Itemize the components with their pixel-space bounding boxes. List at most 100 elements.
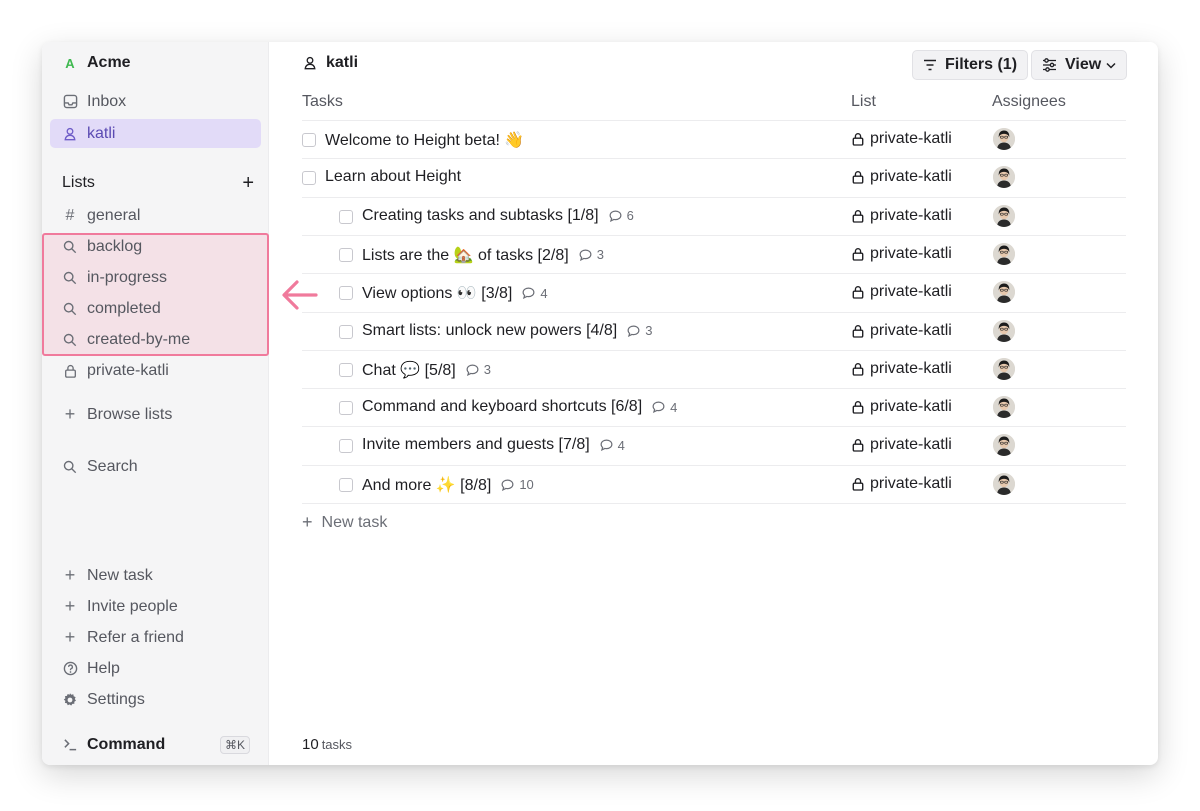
table-row[interactable]: Creating tasks and subtasks [1/8] 6 privat… (302, 196, 1126, 235)
avatar[interactable] (993, 357, 1015, 380)
task-checkbox[interactable] (339, 209, 353, 224)
task-list-cell[interactable]: private-katli (852, 283, 952, 301)
avatar[interactable] (993, 319, 1015, 342)
task-checkbox[interactable] (339, 247, 353, 262)
avatar[interactable] (993, 204, 1015, 227)
sidebar-item-completed[interactable]: completed (50, 294, 261, 323)
task-list-cell[interactable]: private-katli (852, 207, 952, 225)
task-title[interactable]: Lists are the 🏡 of tasks [2/8] 3 (362, 245, 604, 265)
task-checkbox[interactable] (339, 477, 353, 492)
task-list-cell[interactable]: private-katli (852, 130, 952, 148)
avatar[interactable] (993, 128, 1015, 150)
sidebar-item-in-progress[interactable]: in-progress (50, 263, 261, 292)
task-checkbox[interactable] (339, 439, 353, 454)
sidebar-item-label: general (87, 206, 141, 224)
user-icon (302, 55, 318, 71)
sidebar-item-label: Invite people (87, 597, 178, 615)
sidebar-item-created-by-me[interactable]: created-by-me (50, 325, 261, 354)
app-window: A Acme Inbox katli Lists + # general bac… (42, 42, 1158, 765)
help-icon (62, 661, 78, 677)
comment-count-value: 4 (617, 437, 625, 453)
plus-icon: + (64, 596, 76, 616)
task-title[interactable]: Smart lists: unlock new powers [4/8] 3 (362, 322, 652, 340)
sidebar-item-label: private-katli (87, 361, 169, 379)
table-bottom-border (302, 503, 1126, 504)
table-row[interactable]: And more ✨ [8/8] 10 private-katli (302, 464, 1126, 503)
comment-count-value: 3 (596, 247, 604, 263)
task-title-text: View options 👀 [3/8] (362, 285, 513, 303)
comment-count-value: 4 (540, 285, 548, 301)
task-title[interactable]: Learn about Height (325, 168, 461, 186)
add-list-button[interactable]: + (242, 173, 254, 193)
new-task-button[interactable]: + New task (302, 512, 387, 533)
avatar[interactable] (993, 472, 1015, 495)
avatar[interactable] (993, 242, 1015, 265)
help-button[interactable]: Help (50, 654, 261, 683)
avatar[interactable] (993, 281, 1015, 304)
task-title[interactable]: Command and keyboard shortcuts [6/8] 4 (362, 398, 677, 416)
task-checkbox[interactable] (302, 133, 316, 147)
search-button[interactable]: Search (50, 452, 261, 481)
task-checkbox[interactable] (302, 171, 316, 186)
filters-button[interactable]: Filters (1) (912, 50, 1029, 80)
table-row[interactable]: Invite members and guests [7/8] 4 private-… (302, 426, 1126, 464)
table-row[interactable]: View options 👀 [3/8] 4 private-katli (302, 273, 1126, 311)
comment-icon (627, 325, 640, 337)
sidebar-item-general[interactable]: # general (50, 201, 261, 230)
view-button[interactable]: View (1031, 50, 1128, 80)
task-title[interactable]: Invite members and guests [7/8] 4 (362, 436, 625, 454)
task-list-cell[interactable]: private-katli (852, 245, 952, 263)
task-title[interactable]: Creating tasks and subtasks [1/8] 6 (362, 207, 634, 225)
comment-count: 10 (501, 477, 534, 492)
comment-icon (579, 249, 592, 261)
task-checkbox[interactable] (339, 324, 353, 339)
sidebar-item-backlog[interactable]: backlog (50, 232, 261, 261)
task-title[interactable]: Chat 💬 [5/8] 3 (362, 360, 491, 380)
avatar[interactable] (993, 396, 1015, 419)
task-title[interactable]: View options 👀 [3/8] 4 (362, 283, 548, 303)
sidebar-new-task-button[interactable]: + New task (50, 561, 261, 590)
browse-lists-button[interactable]: + Browse lists (50, 400, 261, 429)
avatar[interactable] (993, 434, 1015, 457)
task-checkbox[interactable] (339, 286, 353, 301)
table-row[interactable]: Learn about Height private-katli (302, 158, 1126, 196)
lock-icon (852, 132, 864, 146)
task-list-cell[interactable]: private-katli (852, 475, 952, 493)
sidebar-item-inbox[interactable]: Inbox (50, 87, 261, 116)
lists-header: Lists + (62, 173, 254, 193)
task-list-cell[interactable]: private-katli (852, 168, 952, 186)
column-header-assignees[interactable]: Assignees (992, 93, 1066, 111)
task-list-name: private-katli (870, 474, 952, 492)
task-checkbox[interactable] (339, 401, 353, 416)
invite-people-button[interactable]: + Invite people (50, 592, 261, 621)
sidebar-item-label: completed (87, 299, 161, 317)
task-list-cell[interactable]: private-katli (852, 360, 952, 378)
task-title-text: Smart lists: unlock new powers [4/8] (362, 321, 618, 339)
table-row[interactable]: Command and keyboard shortcuts [6/8] 4 pri… (302, 388, 1126, 426)
sidebar-item-katli[interactable]: katli (50, 119, 261, 148)
avatar[interactable] (993, 166, 1015, 189)
table-row[interactable]: Lists are the 🏡 of tasks [2/8] 3 private-k… (302, 234, 1126, 273)
comment-count: 4 (652, 400, 677, 415)
task-list-cell[interactable]: private-katli (852, 436, 952, 454)
table-row[interactable]: Smart lists: unlock new powers [4/8] 3 pri… (302, 311, 1126, 350)
comment-count-value: 4 (670, 399, 678, 415)
lock-icon (852, 247, 864, 261)
table-row[interactable]: Welcome to Height beta! 👋 private-katli (302, 120, 1126, 158)
task-list-cell[interactable]: private-katli (852, 398, 952, 416)
filters-label: Filters (1) (945, 56, 1018, 73)
refer-friend-button[interactable]: + Refer a friend (50, 623, 261, 652)
task-title[interactable]: And more ✨ [8/8] 10 (362, 475, 534, 495)
workspace-switcher[interactable]: A Acme (62, 54, 130, 72)
table-row[interactable]: Chat 💬 [5/8] 3 private-katli (302, 349, 1126, 388)
task-title[interactable]: Welcome to Height beta! 👋 (325, 130, 524, 150)
sidebar-item-private-katli[interactable]: private-katli (50, 356, 261, 385)
chevron-down-icon (1106, 62, 1116, 69)
column-header-list[interactable]: List (851, 93, 876, 111)
task-title-text: Command and keyboard shortcuts [6/8] (362, 398, 643, 416)
settings-button[interactable]: Settings (50, 685, 261, 714)
task-list-cell[interactable]: private-katli (852, 322, 952, 340)
task-list-name: private-katli (870, 283, 952, 301)
column-header-tasks[interactable]: Tasks (302, 93, 343, 111)
task-checkbox[interactable] (339, 362, 353, 377)
